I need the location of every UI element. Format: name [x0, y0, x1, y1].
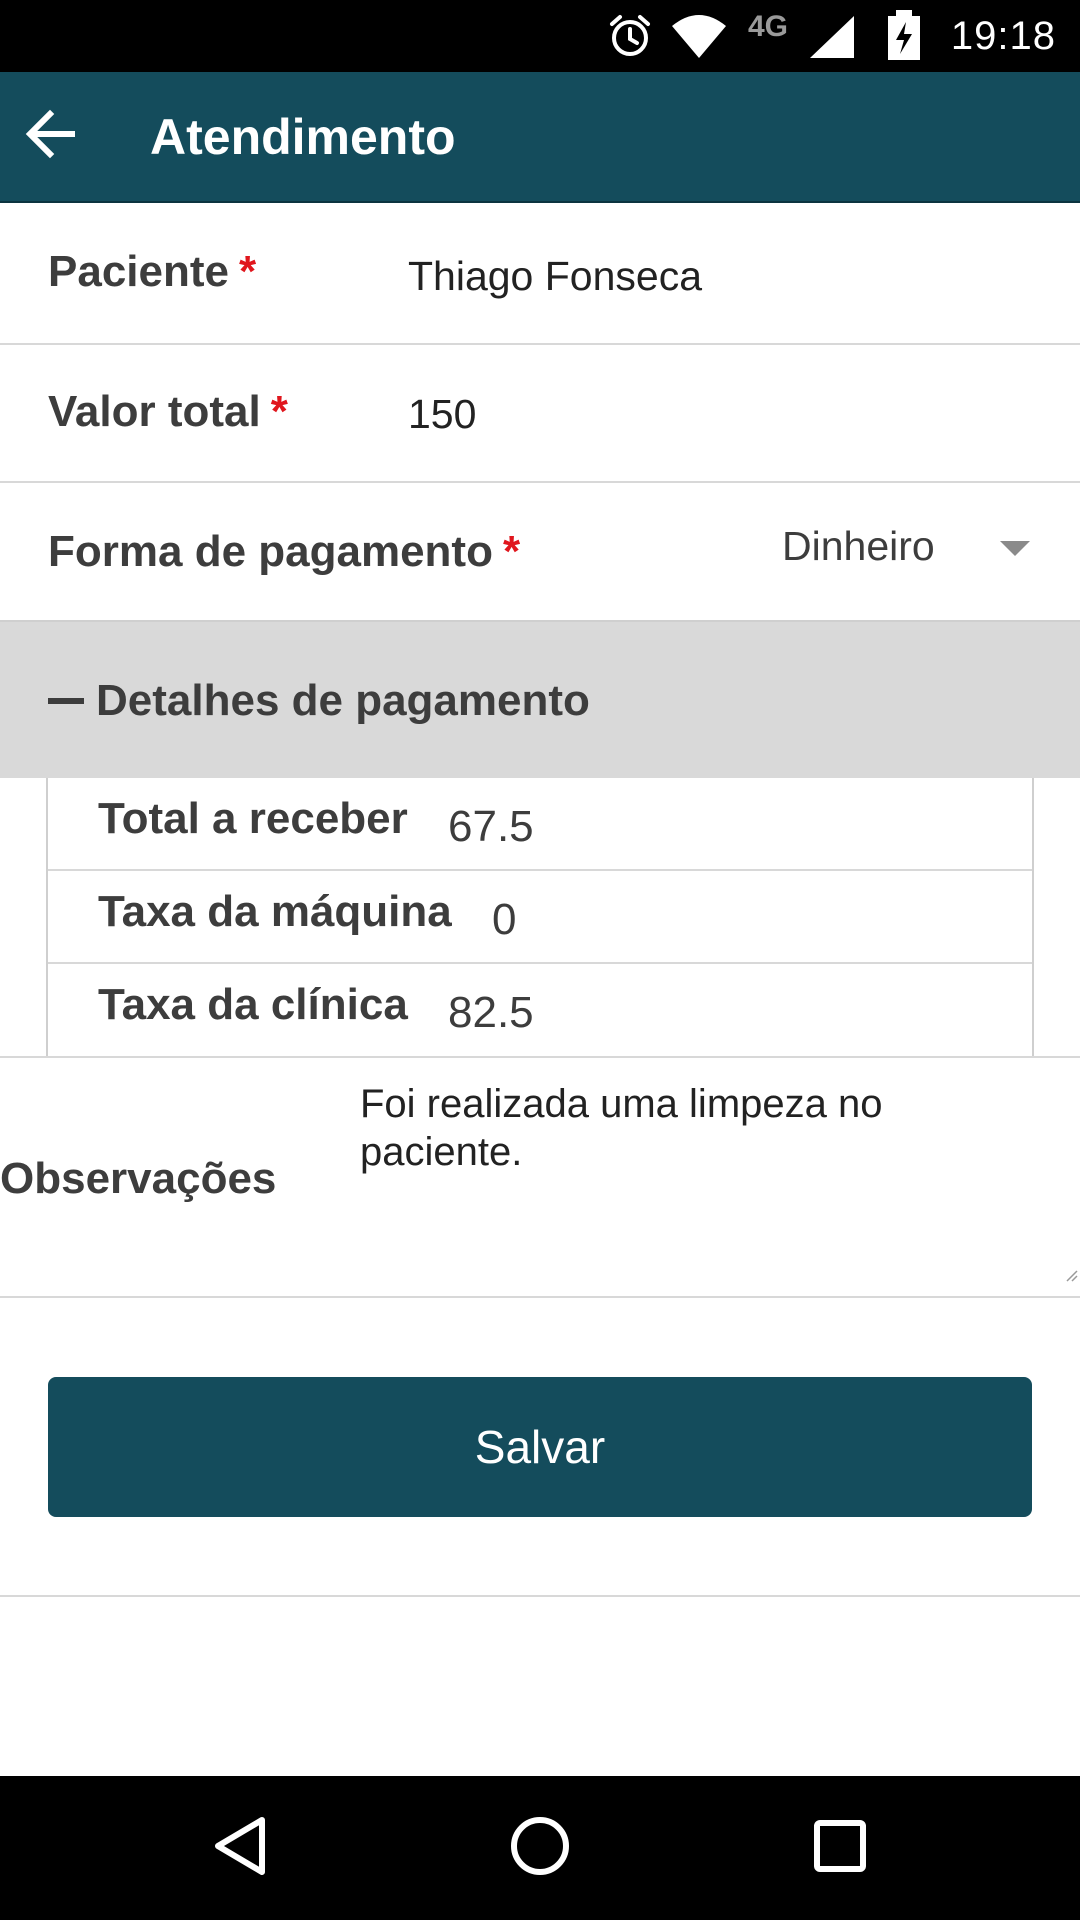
detail-label: Taxa da clínica — [98, 980, 408, 1029]
total-value-label-text: Valor total — [48, 387, 261, 436]
patient-field[interactable]: Thiago Fonseca — [408, 253, 702, 300]
nav-back-button[interactable] — [198, 1806, 282, 1890]
detail-label: Taxa da máquina — [98, 887, 452, 936]
wifi-icon — [670, 0, 728, 72]
required-marker: * — [238, 247, 257, 296]
payment-details-toggle[interactable]: Detalhes de pagamento — [0, 620, 1080, 778]
back-button[interactable] — [14, 100, 86, 172]
notes-row: Observações Foi realizada uma limpeza no… — [0, 1056, 1080, 1298]
app-bar: Atendimento — [0, 72, 1080, 203]
chevron-down-icon[interactable] — [1000, 541, 1030, 556]
notes-label: Observações — [0, 1154, 277, 1203]
resize-grip-icon[interactable] — [1064, 1268, 1078, 1282]
clock-time: 19:18 — [950, 13, 1056, 58]
total-value-label: Valor total * — [48, 387, 288, 437]
total-value-field[interactable]: 150 — [408, 391, 476, 438]
detail-value: 82.5 — [448, 988, 534, 1037]
nav-home-button[interactable] — [498, 1806, 582, 1890]
detail-row-clinic-fee: Taxa da clínica 82.5 — [48, 964, 1032, 1057]
required-marker: * — [502, 527, 521, 576]
detail-value: 0 — [492, 895, 517, 944]
payment-details-title: Detalhes de pagamento — [96, 676, 590, 725]
page-title: Atendimento — [150, 109, 456, 165]
payment-details-panel: Total a receber 67.5 Taxa da máquina 0 T… — [46, 778, 1034, 1056]
payment-method-label-text: Forma de pagamento — [48, 527, 493, 576]
required-marker: * — [270, 387, 288, 436]
arrow-left-icon — [22, 106, 78, 167]
patient-row: Paciente * Thiago Fonseca — [0, 205, 1080, 345]
detail-row-machine-fee: Taxa da máquina 0 — [48, 871, 1032, 964]
system-nav-bar — [0, 1776, 1080, 1920]
minus-icon — [48, 698, 84, 704]
detail-value: 67.5 — [448, 802, 534, 851]
nav-recents-button[interactable] — [798, 1806, 882, 1890]
recents-square-icon — [812, 1818, 868, 1879]
notes-textarea[interactable]: Foi realizada uma limpeza no paciente. — [360, 1080, 1000, 1176]
status-bar: 4G 19:18 — [0, 0, 1080, 72]
detail-label: Total a receber — [98, 794, 408, 843]
signal-icon — [808, 0, 856, 72]
battery-charging-icon — [884, 0, 924, 72]
network-type-label: 4G — [748, 10, 789, 43]
save-button[interactable]: Salvar — [48, 1377, 1032, 1517]
divider — [0, 1595, 1080, 1597]
patient-label-text: Paciente — [48, 247, 229, 296]
back-triangle-icon — [210, 1814, 270, 1883]
home-circle-icon — [508, 1814, 572, 1883]
detail-row-total-receive: Total a receber 67.5 — [48, 778, 1032, 871]
patient-label: Paciente * — [48, 247, 256, 297]
total-value-row: Valor total * 150 — [0, 345, 1080, 483]
payment-method-label: Forma de pagamento * — [48, 527, 520, 577]
payment-method-select[interactable]: Dinheiro — [782, 523, 935, 570]
payment-method-row: Forma de pagamento * Dinheiro — [0, 483, 1080, 620]
alarm-icon — [606, 0, 654, 72]
